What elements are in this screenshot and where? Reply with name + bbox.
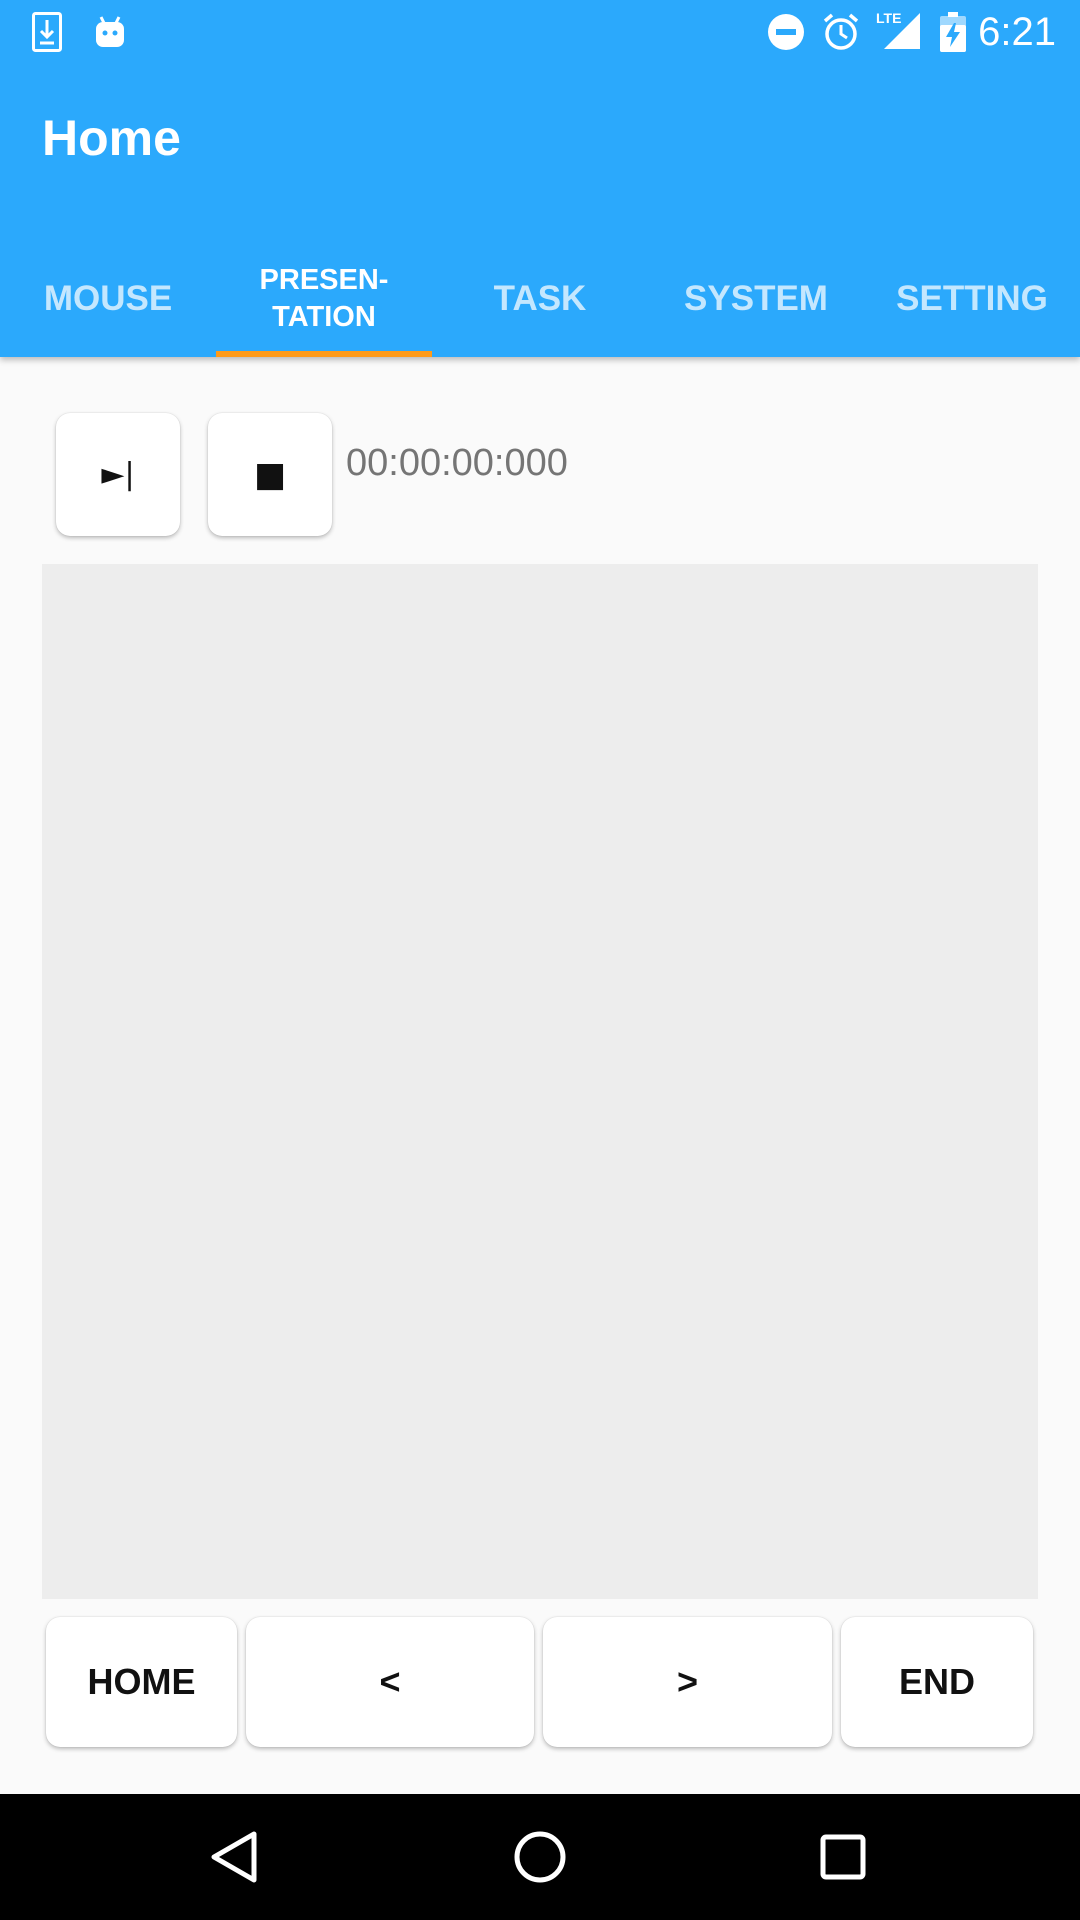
play-skip-icon: ►| <box>101 457 135 492</box>
tab-bar: MOUSE PRESEN- TATION TASK SYSTEM SETTING <box>0 240 1080 357</box>
app-bar: LTE 6:21 Home MOUSE PRESEN- TATION TASK … <box>0 0 1080 357</box>
page-title: Home <box>42 110 181 166</box>
previous-slide-button[interactable]: < <box>246 1617 534 1747</box>
tab-mouse[interactable]: MOUSE <box>0 240 216 357</box>
system-navigation-bar <box>0 1794 1080 1920</box>
back-triangle-icon[interactable] <box>195 1817 275 1897</box>
android-notification-icon <box>92 12 128 52</box>
recents-square-icon[interactable] <box>803 1817 883 1897</box>
tab-system[interactable]: SYSTEM <box>648 240 864 357</box>
home-circle-icon[interactable] <box>500 1817 580 1897</box>
lte-signal-icon: LTE <box>874 10 922 50</box>
alarm-icon <box>820 12 862 52</box>
status-bar: LTE 6:21 <box>0 0 1080 63</box>
end-slide-button[interactable]: END <box>841 1617 1033 1747</box>
tab-presentation[interactable]: PRESEN- TATION <box>216 240 432 357</box>
battery-charging-icon <box>938 12 968 52</box>
tab-setting[interactable]: SETTING <box>864 240 1080 357</box>
do-not-disturb-icon <box>766 12 806 52</box>
tab-task[interactable]: TASK <box>432 240 648 357</box>
download-notification-icon <box>30 12 64 52</box>
home-slide-button[interactable]: HOME <box>46 1617 237 1747</box>
stop-presentation-button[interactable]: ■ <box>208 413 332 536</box>
status-time: 6:21 <box>978 10 1056 54</box>
next-slide-button[interactable]: > <box>543 1617 832 1747</box>
stop-icon: ■ <box>253 454 287 495</box>
start-presentation-button[interactable]: ►| <box>56 413 180 536</box>
lte-label: LTE <box>876 10 901 26</box>
presentation-timer: 00:00:00:000 <box>346 442 568 484</box>
slide-touch-area[interactable] <box>42 564 1038 1599</box>
app-screen: LTE 6:21 Home MOUSE PRESEN- TATION TASK … <box>0 0 1080 1920</box>
